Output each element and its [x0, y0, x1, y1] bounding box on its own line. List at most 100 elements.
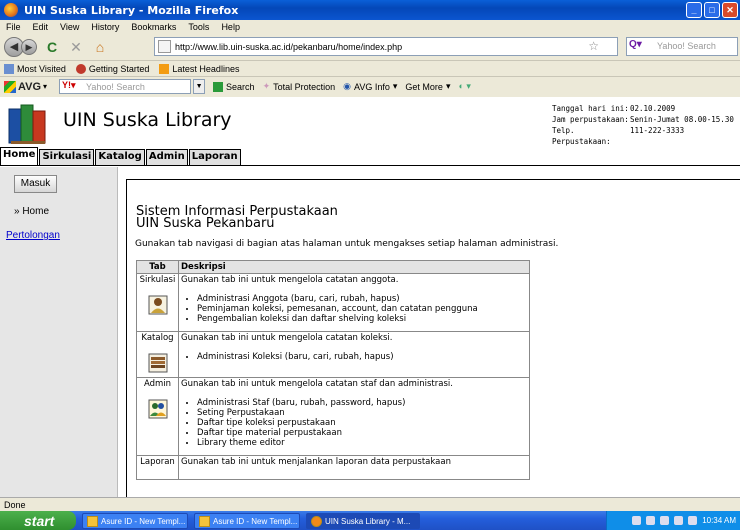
taskbar-item[interactable]: Asure ID - New Templ... [82, 512, 188, 529]
row-description: Gunakan tab ini untuk menjalankan lapora… [181, 457, 451, 467]
avg-toolbar: AVG ▾ Y!▾ Yahoo! Search ▼ Search ✦ Total … [0, 76, 740, 96]
menu-view[interactable]: View [60, 22, 79, 32]
taskbar-item[interactable]: Asure ID - New Templ... [194, 512, 300, 529]
books-logo-icon [8, 104, 46, 144]
login-button[interactable]: Masuk [14, 175, 57, 193]
list-item: Administrasi Anggota (baru, cari, rubah,… [197, 294, 527, 304]
reload-icon[interactable]: C [43, 38, 61, 56]
list-item: Seting Perpustakaan [197, 408, 527, 418]
bookmark-most-visited[interactable]: Most Visited [4, 63, 66, 74]
close-button[interactable]: ✕ [722, 2, 738, 18]
tab-katalog[interactable]: Katalog [95, 149, 145, 165]
list-item: Administrasi Koleksi (baru, cari, rubah,… [197, 352, 527, 362]
window-titlebar: UIN Suska Library - Mozilla Firefox _ □ … [0, 0, 740, 20]
search-placeholder: Yahoo! Search [657, 41, 716, 51]
tab-laporan[interactable]: Laporan [188, 149, 241, 165]
home-icon[interactable]: ⌂ [91, 38, 109, 56]
bookmarks-toolbar: Most Visited Getting Started Latest Head… [0, 60, 740, 76]
system-tray: 10:34 AM [606, 511, 740, 530]
menu-tools[interactable]: Tools [188, 22, 209, 32]
avg-logo[interactable]: AVG [4, 80, 41, 93]
column-header-tab: Tab [136, 260, 179, 274]
taskbar-item-label: Asure ID - New Templ... [213, 516, 298, 526]
avg-menu-chevron-icon[interactable]: ▾ [43, 82, 47, 91]
taskbar-item-label: UIN Suska Library - M... [325, 516, 411, 526]
maximize-button[interactable]: □ [704, 2, 720, 18]
avg-search-dropdown[interactable]: ▼ [193, 79, 206, 94]
avg-search-button[interactable]: Search [213, 81, 255, 92]
library-info: Tanggal hari ini: 02.10.2009 Jam perpusta… [552, 103, 734, 147]
tray-icon[interactable] [674, 516, 684, 525]
tab-admin[interactable]: Admin [145, 149, 188, 165]
address-bar[interactable]: http://www.lib.uin-suska.ac.id/pekanbaru… [154, 37, 618, 56]
tray-icon[interactable] [646, 516, 656, 525]
help-link[interactable]: Pertolongan [6, 230, 60, 241]
avg-search-input[interactable]: Y!▾ Yahoo! Search [59, 79, 192, 94]
menu-history[interactable]: History [91, 22, 119, 32]
row-description: Gunakan tab ini untuk mengelola catatan … [181, 379, 453, 389]
taskbar-item-active[interactable]: UIN Suska Library - M... [306, 512, 420, 529]
forward-icon[interactable]: ▶ [21, 39, 37, 55]
sidebar-item-home[interactable]: » Home [14, 206, 49, 217]
web-page: UIN Suska Library Tanggal hari ini: 02.10… [0, 97, 740, 497]
row-tab-name: Katalog [141, 333, 174, 343]
bookmark-latest-headlines[interactable]: Latest Headlines [159, 63, 239, 74]
row-description: Gunakan tab ini untuk mengelola catatan … [181, 333, 393, 343]
hours-value: Senin-Jumat 08.00-15.30 [630, 115, 734, 124]
phone-value: 111-222-3333 [630, 126, 685, 135]
avg-extra-icon[interactable]: ◐ ▾ [458, 81, 470, 92]
menu-help[interactable]: Help [221, 22, 240, 32]
catalog-books-icon [148, 353, 167, 373]
table-row: Admin Gunakan tab ini untuk mengelola ca… [136, 377, 530, 456]
minimize-button[interactable]: _ [686, 2, 702, 18]
bookmark-getting-started[interactable]: Getting Started [75, 63, 149, 74]
rss-icon [159, 63, 170, 74]
avg-info-icon: ◉ [343, 81, 352, 91]
menu-edit[interactable]: Edit [33, 22, 49, 32]
list-item: Daftar tipe material perpustakaan [197, 428, 527, 438]
start-button[interactable]: start [0, 511, 76, 530]
avg-total-protection[interactable]: ✦ Total Protection [263, 81, 336, 92]
search-engine-icon[interactable]: Q▾ [629, 39, 642, 50]
row-tab-name: Admin [143, 379, 172, 389]
table-row: Katalog Gunakan tab ini untuk mengelola … [136, 331, 530, 378]
tray-icon[interactable] [660, 516, 670, 525]
site-title: UIN Suska Library [63, 109, 232, 131]
app-window-icon [87, 515, 98, 527]
intro-text: Gunakan tab navigasi di bagian atas hala… [135, 239, 559, 249]
column-header-description: Deskripsi [178, 260, 530, 274]
getting-started-icon [75, 63, 86, 74]
avg-get-more[interactable]: Get More ▾ [405, 81, 450, 92]
avg-info[interactable]: ◉ AVG Info ▾ [343, 81, 397, 92]
list-item: Peminjaman koleksi, pemesanan, account, … [197, 304, 527, 314]
tray-icon[interactable] [632, 516, 642, 525]
search-input[interactable]: Q▾ Yahoo! Search [626, 37, 738, 56]
list-item: Administrasi Staf (baru, rubah, password… [197, 398, 527, 408]
table-row: Sirkulasi Gunakan tab ini untuk mengelol… [136, 273, 530, 332]
tab-sirkulasi[interactable]: Sirkulasi [39, 149, 95, 165]
firefox-icon [4, 3, 18, 17]
clock: 10:34 AM [702, 516, 736, 525]
site-header: UIN Suska Library Tanggal hari ini: 02.10… [0, 97, 740, 147]
sidebar: Masuk » Home Pertolongan [0, 167, 118, 497]
tray-icon[interactable] [688, 516, 698, 525]
most-visited-icon [4, 63, 14, 74]
date-label: Tanggal hari ini: [552, 104, 629, 113]
content-frame: Sistem Informasi Perpustakaan UIN Suska … [126, 179, 740, 497]
bookmark-star-icon[interactable]: ☆ [588, 39, 599, 53]
app-window-icon [199, 515, 210, 527]
main-content: Sistem Informasi Perpustakaan UIN Suska … [118, 167, 740, 497]
yahoo-icon: Y!▾ [62, 80, 76, 90]
windows-taskbar: start Asure ID - New Templ... Asure ID -… [0, 511, 740, 530]
menu-bookmarks[interactable]: Bookmarks [131, 22, 176, 32]
firefox-icon [311, 515, 322, 527]
list-item: Daftar tipe koleksi perpustakaan [197, 418, 527, 428]
table-row: Laporan Gunakan tab ini untuk menjalanka… [136, 455, 530, 480]
member-icon [148, 295, 167, 315]
shield-icon: ✦ [262, 81, 271, 91]
list-item: Pengembalian koleksi dan daftar shelving… [197, 314, 527, 324]
admin-users-icon [148, 399, 167, 419]
stop-icon[interactable]: ✕ [67, 38, 85, 56]
tab-home[interactable]: Home [0, 147, 39, 165]
menu-file[interactable]: File [6, 22, 21, 32]
